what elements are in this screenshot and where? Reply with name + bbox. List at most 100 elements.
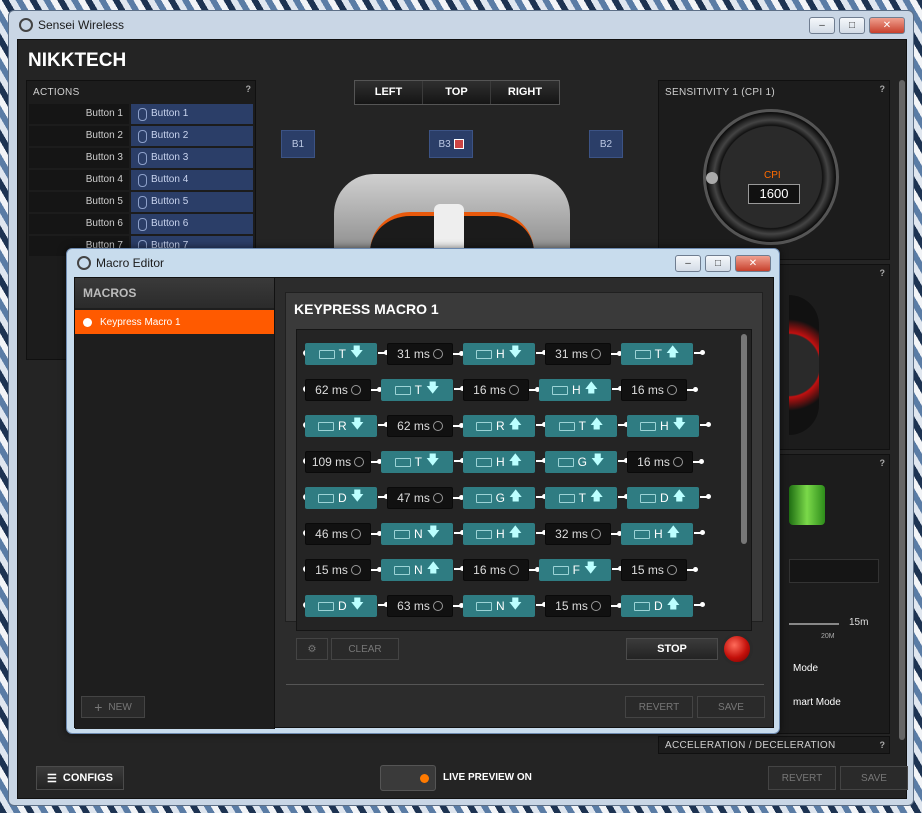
macro-delay[interactable]: 16 ms	[621, 379, 698, 401]
macro-delay[interactable]: 31 ms	[545, 343, 622, 365]
sleep-slider[interactable]	[789, 623, 839, 625]
help-icon[interactable]: ?	[880, 84, 886, 94]
macro-key-event[interactable]: T 🡇	[305, 343, 389, 365]
configs-button[interactable]: ☰ CONFIGS	[36, 766, 124, 790]
macro-key-event[interactable]: T 🡇	[381, 451, 465, 473]
action-row[interactable]: Button 5 Button 5	[29, 192, 253, 212]
action-row[interactable]: Button 4 Button 4	[29, 170, 253, 190]
action-row[interactable]: Button 6 Button 6	[29, 214, 253, 234]
macro-key-event[interactable]: G 🡇	[545, 451, 629, 473]
tab-right[interactable]: RIGHT	[491, 81, 559, 104]
macro-row: D 🡇 63 ms N 🡇 15 ms D 🡅	[303, 594, 705, 618]
help-icon[interactable]: ?	[246, 84, 252, 94]
keyboard-icon	[475, 457, 492, 467]
macro-key-event[interactable]: D 🡇	[305, 487, 389, 509]
macro-delay[interactable]: 47 ms	[387, 487, 464, 509]
mouse-button-b2[interactable]: B2	[589, 130, 623, 158]
action-assignment[interactable]: Button 5	[131, 192, 253, 212]
macro-delay[interactable]: 16 ms	[463, 559, 540, 581]
window-title: Sensei Wireless	[38, 18, 125, 32]
macro-close-button[interactable]: ✕	[735, 255, 771, 272]
main-scrollbar[interactable]	[899, 80, 905, 740]
macro-delay[interactable]: 32 ms	[545, 523, 622, 545]
macro-key-event[interactable]: H 🡅	[463, 523, 547, 545]
macro-delay[interactable]: 16 ms	[627, 451, 704, 473]
macro-maximize-button[interactable]: □	[705, 255, 731, 272]
macro-delay[interactable]: 62 ms	[387, 415, 464, 437]
mouse-button-b3[interactable]: B3	[429, 130, 473, 158]
macro-sequence-grid[interactable]: T 🡇 31 ms H 🡇 31 ms T 🡅 62 ms T 🡇 16 ms H 🡅 16 ms R 🡇 62 …	[296, 329, 752, 631]
macro-delay[interactable]: 109 ms	[305, 451, 382, 473]
action-assignment[interactable]: Button 1	[131, 104, 253, 124]
action-assignment[interactable]: Button 4	[131, 170, 253, 190]
keyboard-icon	[475, 349, 492, 359]
battery-icon	[789, 485, 825, 525]
macro-scrollbar[interactable]	[741, 334, 747, 544]
macro-key-event[interactable]: N 🡇	[463, 595, 547, 617]
macro-save-button[interactable]: SAVE	[697, 696, 765, 718]
macro-row: T 🡇 31 ms H 🡇 31 ms T 🡅	[303, 342, 705, 366]
action-assignment[interactable]: Button 3	[131, 148, 253, 168]
macro-delay[interactable]: 15 ms	[621, 559, 698, 581]
record-stop-icon[interactable]	[721, 633, 753, 665]
macro-key-event[interactable]: T 🡅	[545, 415, 629, 437]
clock-icon	[666, 565, 677, 575]
macro-key-event[interactable]: H 🡅	[621, 523, 705, 545]
settings-button[interactable]: ⚙	[296, 638, 328, 660]
macro-delay[interactable]: 15 ms	[545, 595, 622, 617]
macro-key-event[interactable]: D 🡅	[621, 595, 705, 617]
close-button[interactable]: ✕	[869, 17, 905, 34]
tab-left[interactable]: LEFT	[355, 81, 423, 104]
macro-key-event[interactable]: T 🡇	[381, 379, 465, 401]
macro-key-event[interactable]: T 🡅	[545, 487, 629, 509]
maximize-button[interactable]: □	[839, 17, 865, 34]
help-icon[interactable]: ?	[880, 740, 886, 750]
macro-key-event[interactable]: G 🡅	[463, 487, 547, 509]
macro-key-event[interactable]: N 🡅	[381, 559, 465, 581]
macro-key-event[interactable]: H 🡇	[463, 343, 547, 365]
help-icon[interactable]: ?	[880, 268, 886, 278]
action-row[interactable]: Button 2 Button 2	[29, 126, 253, 146]
macro-key-event[interactable]: D 🡇	[305, 595, 389, 617]
macro-key-event[interactable]: R 🡇	[305, 415, 389, 437]
macro-delay[interactable]: 15 ms	[305, 559, 382, 581]
macro-key-event[interactable]: D 🡅	[627, 487, 711, 509]
keyboard-icon	[552, 565, 569, 575]
brand-title: NIKKTECH	[28, 50, 127, 71]
macro-revert-button[interactable]: REVERT	[625, 696, 693, 718]
clear-button[interactable]: CLEAR	[331, 638, 399, 660]
live-preview-toggle[interactable]	[380, 765, 436, 791]
macro-list-item[interactable]: Keypress Macro 1	[75, 310, 274, 334]
macro-delay[interactable]: 31 ms	[387, 343, 464, 365]
new-macro-button[interactable]: + NEW	[81, 696, 145, 718]
macro-key-event[interactable]: H 🡇	[627, 415, 711, 437]
save-button[interactable]: SAVE	[840, 766, 908, 790]
action-row[interactable]: Button 1 Button 1	[29, 104, 253, 124]
mouse-button-b1[interactable]: B1	[281, 130, 315, 158]
macro-delay[interactable]: 46 ms	[305, 523, 382, 545]
cpi-gauge[interactable]: CPI 1600	[703, 109, 839, 245]
action-assignment[interactable]: Button 6	[131, 214, 253, 234]
keyboard-icon	[475, 421, 492, 431]
clock-icon	[354, 457, 365, 467]
macro-key-event[interactable]: H 🡅	[463, 451, 547, 473]
macro-key-event[interactable]: N 🡇	[381, 523, 465, 545]
action-assignment[interactable]: Button 2	[131, 126, 253, 146]
macro-delay[interactable]: 62 ms	[305, 379, 382, 401]
stop-button[interactable]: STOP	[626, 638, 718, 660]
macro-delay[interactable]: 63 ms	[387, 595, 464, 617]
minimize-button[interactable]: –	[809, 17, 835, 34]
macro-minimize-button[interactable]: –	[675, 255, 701, 272]
tab-top[interactable]: TOP	[423, 81, 491, 104]
macro-key-event[interactable]: H 🡅	[539, 379, 623, 401]
key-label: T	[578, 491, 586, 505]
gauge-knob-icon[interactable]	[706, 172, 718, 184]
macro-key-event[interactable]: T 🡅	[621, 343, 705, 365]
action-row[interactable]: Button 3 Button 3	[29, 148, 253, 168]
macro-key-event[interactable]: F 🡇	[539, 559, 623, 581]
revert-button[interactable]: REVERT	[768, 766, 836, 790]
clock-icon	[432, 349, 443, 359]
macro-key-event[interactable]: R 🡅	[463, 415, 547, 437]
help-icon[interactable]: ?	[880, 458, 886, 468]
macro-delay[interactable]: 16 ms	[463, 379, 540, 401]
